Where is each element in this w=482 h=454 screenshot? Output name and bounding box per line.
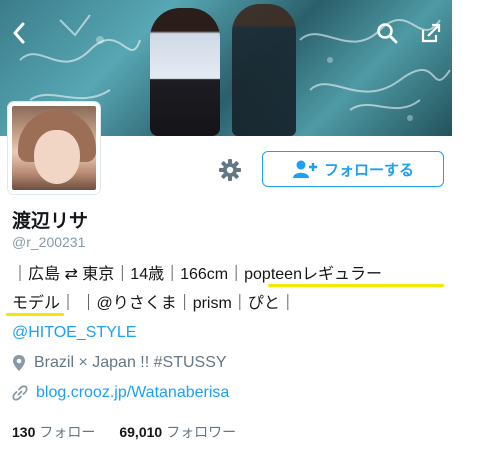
follow-button[interactable]: フォローする [262, 151, 444, 187]
following-count: 130 [12, 424, 36, 440]
profile-handle: @r_200231 [12, 234, 86, 250]
followers-stat[interactable]: 69,010 フォロワー [119, 422, 236, 442]
banner-person-left [150, 8, 220, 136]
gear-icon [219, 159, 241, 181]
following-stat[interactable]: 130 フォロー [12, 422, 95, 442]
bio-line-1: ｜広島 ⇄ 東京｜14歳｜166cm｜popteenレギュラー [12, 260, 452, 289]
bio-text: ｜広島 ⇄ 東京｜14歳｜166cm｜ [12, 266, 245, 283]
highlight-underline [268, 284, 444, 287]
bio-mention-link[interactable]: @HITOE_STYLE [12, 324, 136, 341]
profile-stats: 130 フォロー 69,010 フォロワー [12, 422, 236, 442]
bio-line-2: モデル｜ ｜@りさくま｜prism｜ぴと｜ [6, 289, 452, 318]
link-icon [12, 385, 28, 401]
share-icon [421, 23, 441, 43]
share-button[interactable] [416, 18, 446, 48]
bio-text: ｜ ｜@りさくま｜prism｜ぴと｜ [60, 295, 296, 312]
highlight-underline [6, 313, 64, 316]
profile-name: 渡辺リサ [12, 211, 89, 232]
profile-location: Brazil × Japan !! #STUSSY [12, 354, 227, 372]
website-link[interactable]: blog.crooz.jp/Watanaberisa [36, 384, 229, 402]
profile-website: blog.crooz.jp/Watanaberisa [12, 384, 229, 402]
followers-count: 69,010 [119, 424, 163, 440]
chevron-left-icon [13, 22, 25, 44]
avatar-face [34, 130, 80, 184]
settings-button[interactable] [216, 156, 244, 184]
bio-text-highlighted: popteenレギュラー [244, 266, 382, 283]
location-text: Brazil × Japan !! #STUSSY [34, 354, 227, 371]
search-button[interactable] [372, 18, 402, 48]
add-user-icon [292, 160, 317, 178]
bio-line-3: @HITOE_STYLE [12, 318, 452, 347]
follow-button-label: フォローする [323, 161, 414, 179]
banner-person-right [232, 4, 296, 136]
bio-text-highlighted: モデル [12, 295, 61, 312]
profile-bio: ｜広島 ⇄ 東京｜14歳｜166cm｜popteenレギュラー モデル｜ ｜@り… [6, 260, 452, 347]
back-button[interactable] [4, 18, 34, 48]
avatar[interactable] [8, 102, 100, 194]
search-icon [377, 23, 398, 44]
location-pin-icon [13, 355, 25, 371]
followers-label: フォロワー [166, 424, 237, 440]
following-label: フォロー [39, 424, 96, 440]
